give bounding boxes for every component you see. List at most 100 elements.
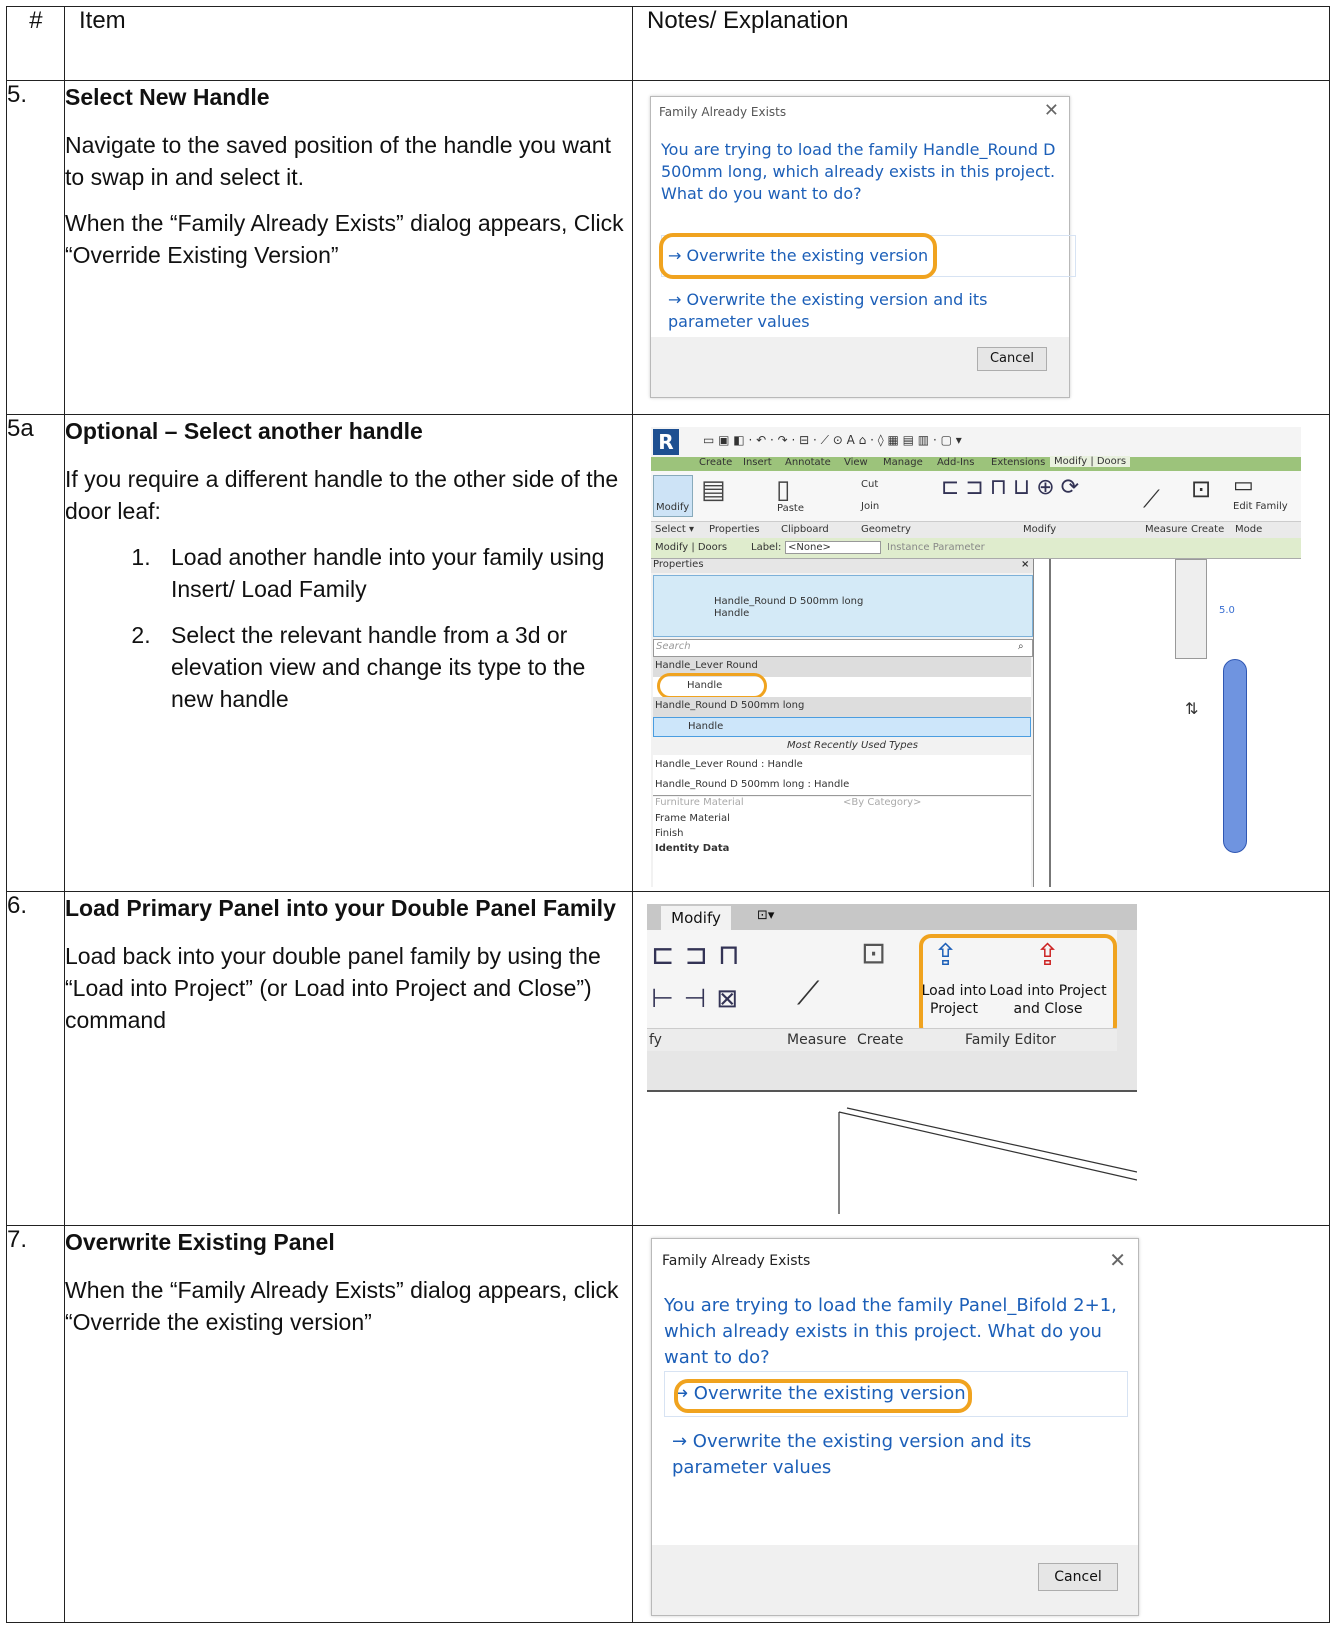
- row-number: 7.: [6, 1225, 65, 1623]
- table-row: 7. Overwrite Existing Panel When the “Fa…: [6, 1225, 1330, 1623]
- app-logo-icon[interactable]: R: [653, 429, 679, 455]
- overwrite-params-option[interactable]: → Overwrite the existing version and its…: [672, 1429, 1112, 1481]
- tab-add-ins[interactable]: Add-Ins: [937, 457, 974, 468]
- ribbon: ⊏⊐⊓ ⊢⊣⊠ ⟋ ⊡ ⇪ Load into Project ⇪ Load i…: [647, 930, 1117, 1051]
- row-title: Overwrite Existing Panel: [65, 1229, 335, 1255]
- panel-modify: fy: [649, 1032, 662, 1048]
- modify-tools-icons[interactable]: ⊏⊐⊓: [651, 938, 750, 971]
- modify-tool-button[interactable]: Modify: [653, 475, 693, 517]
- type-properties-icon[interactable]: ▤: [701, 475, 745, 515]
- load-into-project-icon[interactable]: ⇪: [933, 938, 958, 973]
- row-notes: Family Already Exists ✕ You are trying t…: [632, 80, 1330, 415]
- panel-family-editor: Family Editor: [965, 1032, 1056, 1048]
- measure-icon[interactable]: ⟋: [797, 974, 819, 1013]
- tab-extensions[interactable]: Extensions: [991, 457, 1045, 468]
- list-item[interactable]: Handle_Round D 500mm long: [653, 697, 1031, 717]
- dialog-title: Family Already Exists: [662, 1253, 811, 1269]
- label-caption: Label:: [751, 542, 782, 553]
- list-item-label: Handle: [688, 721, 724, 732]
- list-item-label: Handle_Lever Round : Handle: [655, 759, 803, 770]
- tab-annotate[interactable]: Annotate: [785, 457, 831, 468]
- highlight-ring: [657, 673, 767, 699]
- revit-properties-screenshot: R ▭ ▣ ◧ · ↶ · ↷ · ⊟ · ⟋ ⊙ A ⌂ · ◊ ▦ ▤ ▥ …: [651, 427, 1301, 887]
- tab-modify-doors[interactable]: Modify | Doors: [1050, 456, 1131, 467]
- load-and-close-icon[interactable]: ⇪: [1035, 938, 1060, 973]
- panel-mode: Mode: [1235, 524, 1263, 535]
- drawing-canvas[interactable]: [647, 1090, 1137, 1214]
- properties-palette: Properties × Handle_Round D 500mm long H…: [651, 559, 1034, 887]
- edit-family-label: Edit Family: [1233, 501, 1288, 512]
- measure-icon[interactable]: ⟋: [1143, 485, 1183, 515]
- list-item[interactable]: Handle_Round D 500mm long : Handle: [653, 775, 1031, 796]
- type-selector[interactable]: Handle_Round D 500mm long Handle: [653, 575, 1033, 637]
- search-icon: ⌕: [1018, 641, 1024, 652]
- dimension-label: 5.0: [1219, 605, 1235, 616]
- properties-title: Properties: [653, 559, 704, 570]
- row-paragraph: Load back into your double panel family …: [65, 943, 601, 1033]
- list-item-label: Handle_Lever Round: [655, 660, 758, 671]
- modify-tools-icons[interactable]: ⊏⊐⊓⊔⊕⟳: [941, 475, 1131, 515]
- list-item[interactable]: Handle: [653, 717, 1031, 737]
- list-item: Select the relevant handle from a 3d or …: [157, 619, 632, 715]
- close-icon[interactable]: ×: [1021, 559, 1029, 570]
- type-sub: Handle: [714, 608, 750, 619]
- quick-access-bar: R ▭ ▣ ◧ · ↶ · ↷ · ⊟ · ⟋ ⊙ A ⌂ · ◊ ▦ ▤ ▥ …: [651, 427, 1301, 457]
- list-item-label: Handle_Round D 500mm long : Handle: [655, 779, 850, 790]
- prop-row-label: Frame Material: [655, 813, 730, 824]
- family-exists-dialog: Family Already Exists ✕ You are trying t…: [650, 96, 1076, 398]
- prop-row-label: Furniture Material: [655, 797, 744, 808]
- tab-strip: Modify ⊡▾: [647, 904, 1137, 930]
- join-label[interactable]: Join: [861, 501, 879, 512]
- load-into-project-button[interactable]: Load into Project: [921, 982, 987, 1018]
- panel-select[interactable]: Select ▾: [655, 524, 694, 535]
- drawing-canvas[interactable]: 5.0 ⇅: [1035, 559, 1301, 887]
- instance-parameter-checkbox[interactable]: Instance Parameter: [887, 542, 985, 553]
- tab-insert[interactable]: Insert: [743, 457, 772, 468]
- panel-geometry: Geometry: [861, 524, 911, 535]
- row-number: 6.: [6, 891, 65, 1226]
- dropdown-icon[interactable]: ⊡▾: [757, 908, 774, 923]
- list-item: Load another handle into your family usi…: [157, 541, 632, 605]
- cancel-button[interactable]: Cancel: [977, 347, 1047, 371]
- close-icon[interactable]: ✕: [1109, 1248, 1126, 1272]
- flip-control-icon[interactable]: ⇅: [1185, 699, 1198, 718]
- paste-label: Paste: [777, 503, 804, 514]
- cancel-button[interactable]: Cancel: [1038, 1563, 1118, 1591]
- row-paragraph: If you require a different handle to the…: [65, 466, 619, 524]
- panel-properties: Properties: [709, 524, 760, 535]
- align-tools-icons[interactable]: ⊢⊣⊠: [651, 984, 748, 1014]
- tab-create[interactable]: Create: [699, 457, 732, 468]
- overwrite-params-option[interactable]: → Overwrite the existing version and its…: [668, 289, 1058, 333]
- panel-create: Create: [1191, 524, 1225, 535]
- row-item: Load Primary Panel into your Double Pane…: [64, 891, 633, 1226]
- ribbon: Modify ▤ ▯ Paste Cut Join ⊏⊐⊓⊔⊕⟳ ⟋ ⊡ ▭ E…: [651, 471, 1301, 538]
- list-item-label: Handle_Round D 500mm long: [655, 700, 805, 711]
- list-item[interactable]: Handle_Lever Round : Handle: [653, 755, 1031, 775]
- cut-label[interactable]: Cut: [861, 479, 878, 490]
- family-exists-dialog: Family Already Exists ✕ You are trying t…: [651, 1238, 1139, 1616]
- row-notes: Modify ⊡▾ ⊏⊐⊓ ⊢⊣⊠ ⟋ ⊡ ⇪ Load into Projec…: [632, 891, 1330, 1226]
- quick-access-icons: ▭ ▣ ◧ · ↶ · ↷ · ⊟ · ⟋ ⊙ A ⌂ · ◊ ▦ ▤ ▥ · …: [703, 433, 962, 447]
- table-row: 6. Load Primary Panel into your Double P…: [6, 891, 1330, 1226]
- wall-line: [1049, 559, 1051, 887]
- handle-shape[interactable]: [1223, 659, 1247, 853]
- search-input[interactable]: Search ⌕: [653, 639, 1033, 657]
- tab-view[interactable]: View: [844, 457, 868, 468]
- tab-modify[interactable]: Modify: [661, 906, 731, 930]
- label-dropdown[interactable]: <None>: [785, 541, 881, 554]
- close-icon[interactable]: ✕: [1044, 100, 1059, 121]
- highlight-ring: [674, 1379, 972, 1413]
- tab-manage[interactable]: Manage: [883, 457, 923, 468]
- table-row: 5a Optional – Select another handle If y…: [6, 414, 1330, 892]
- type-name: Handle_Round D 500mm long: [714, 596, 864, 607]
- panel-measure: Measure: [1145, 524, 1188, 535]
- row-title: Optional – Select another handle: [65, 418, 423, 444]
- tab-bar: Create Insert Annotate View Manage Add-I…: [651, 456, 1301, 471]
- panel-create: Create: [857, 1032, 904, 1048]
- load-into-project-close-button[interactable]: Load into Project and Close: [989, 982, 1107, 1018]
- panel-geometry-drawing: [838, 1107, 1137, 1214]
- prop-row-value: <By Category>: [843, 797, 922, 808]
- create-icon[interactable]: ⊡: [1191, 475, 1227, 515]
- create-icon[interactable]: ⊡: [861, 936, 886, 971]
- panel-label-bar: fy Measure Create Family Editor: [647, 1028, 1117, 1051]
